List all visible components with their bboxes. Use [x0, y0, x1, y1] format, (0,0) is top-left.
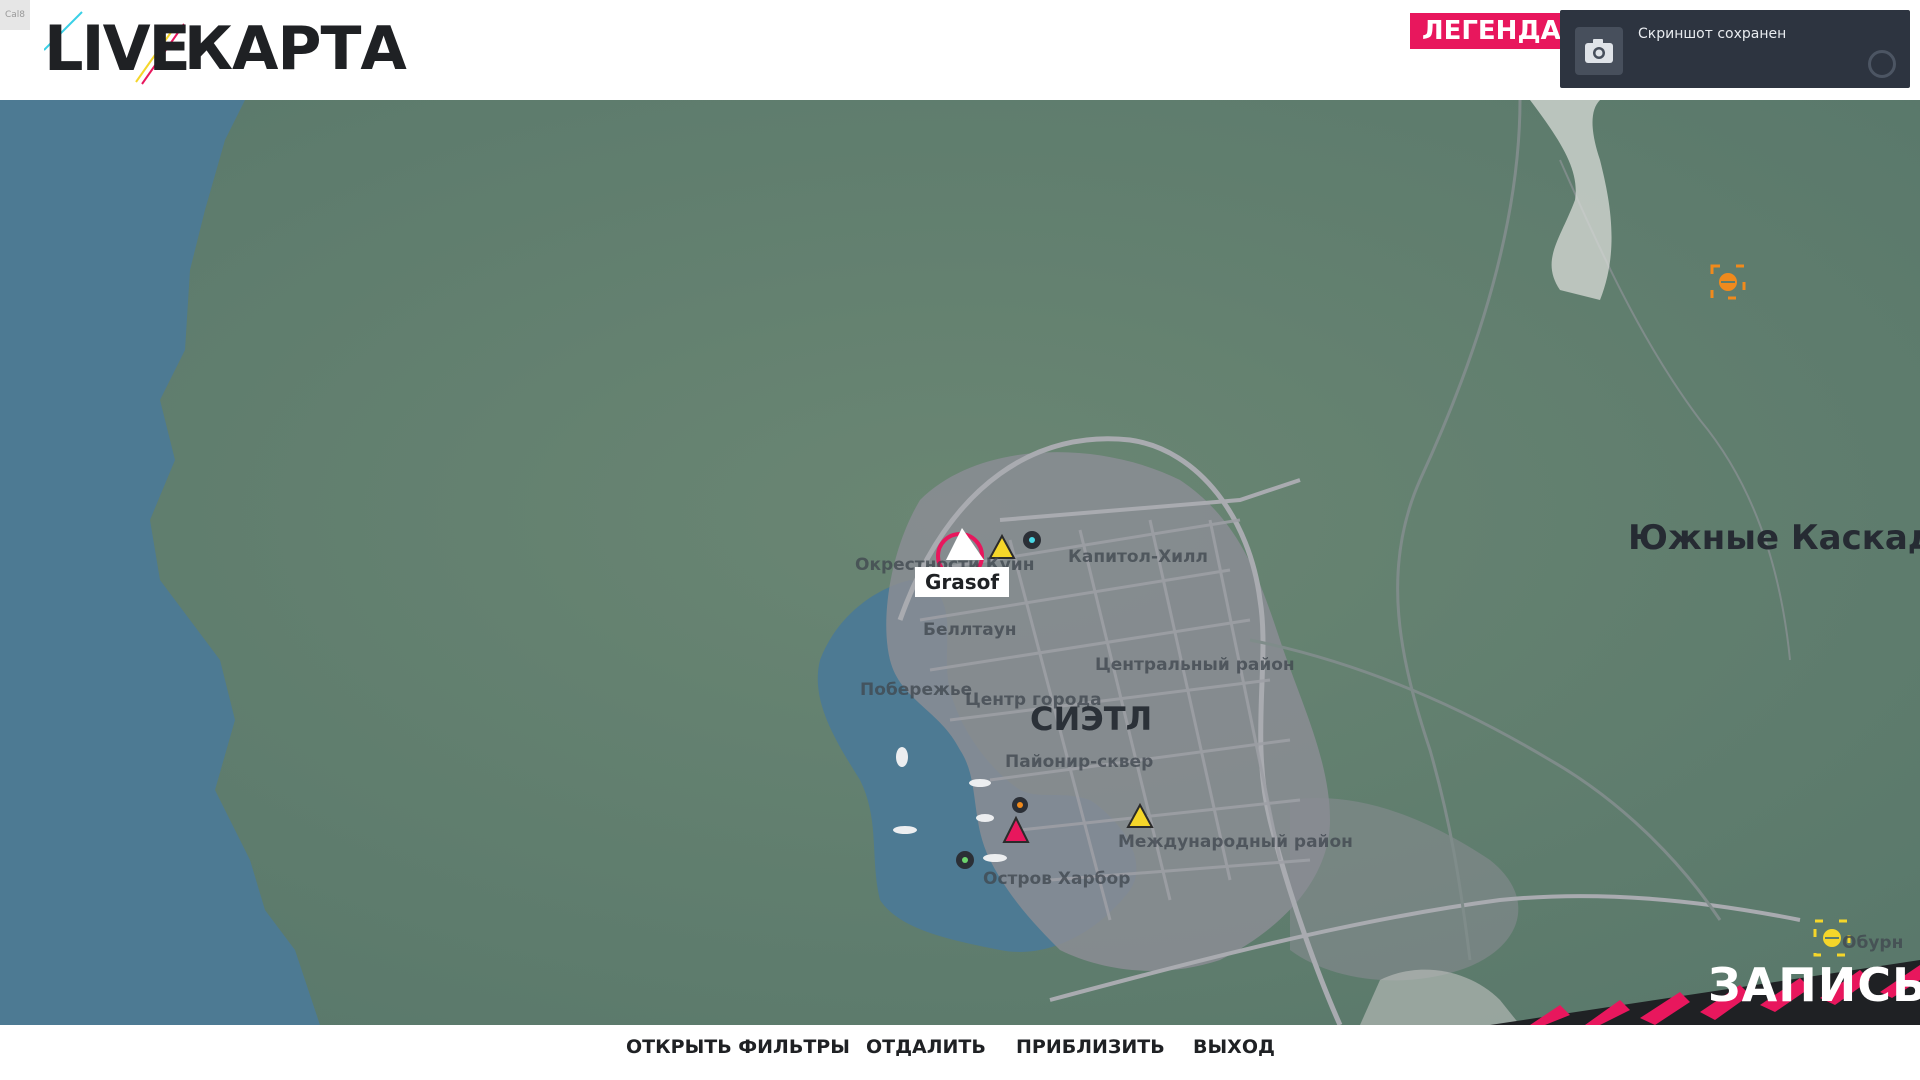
legend-badge: ЛЕГЕНДА 29: [1410, 13, 1584, 49]
district-label: Международный район: [1118, 832, 1353, 852]
screenshot-notification: Скриншот сохранен: [1560, 10, 1910, 88]
zoom-out-button[interactable]: ОТДАЛИТЬ: [866, 1036, 986, 1058]
district-label: Пайонир-сквер: [1005, 752, 1154, 772]
live-map-logo: LIVE КАРТА: [44, 10, 407, 85]
exit-button[interactable]: ВЫХОД: [1193, 1036, 1275, 1058]
district-label: Обурн: [1842, 933, 1904, 953]
region-label: Южные Каскадн: [1628, 518, 1920, 558]
open-filters-button[interactable]: ОТКРЫТЬ ФИЛЬТРЫ: [626, 1036, 850, 1058]
map-view[interactable]: Окрестности Куин Капитол-Хилл Беллтаун Ц…: [0, 100, 1920, 1025]
logo-map-text: КАРТА: [184, 14, 407, 84]
logo-live-text: LIVE: [44, 12, 191, 85]
notification-message: Скриншот сохранен: [1638, 26, 1787, 42]
uplay-icon: [1868, 50, 1896, 78]
district-label: Побережье: [860, 680, 973, 700]
map-marker-star-1[interactable]: [1023, 531, 1041, 549]
district-label: Центральный район: [1095, 655, 1295, 675]
city-label: СИЭТЛ: [1030, 700, 1153, 738]
district-label: Беллтаун: [923, 620, 1017, 640]
corner-tag: Сal8: [0, 0, 30, 30]
player-name-label: Grasof: [915, 567, 1009, 597]
top-bar: Сal8 LIVE КАРТА ЛЕГЕНДА 29 Скриншот сохр…: [0, 0, 1920, 100]
district-label: Остров Харбор: [983, 869, 1131, 889]
map-marker-star-2[interactable]: [1012, 797, 1028, 813]
map-marker-star-3[interactable]: [956, 851, 974, 869]
district-label: Капитол-Хилл: [1068, 547, 1208, 567]
camera-icon: [1575, 27, 1623, 75]
zoom-in-button[interactable]: ПРИБЛИЗИТЬ: [1016, 1036, 1165, 1058]
record-indicator: ЗАПИСЬ: [1708, 958, 1920, 1012]
